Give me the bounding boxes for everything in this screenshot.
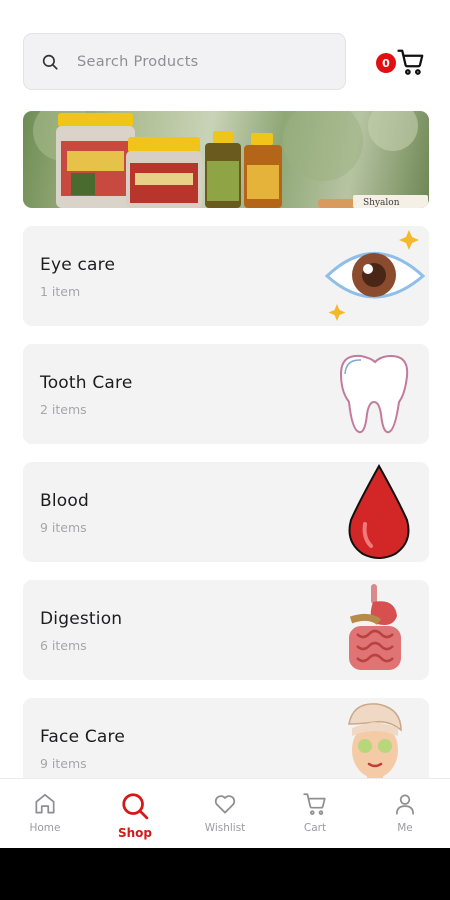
nav-wishlist[interactable]: Wishlist [180,779,270,848]
bottom-navigation: Home Shop Wishlist Cart Me [0,778,450,848]
heart-icon [214,795,236,814]
nav-label: Home [29,822,61,834]
category-name: Blood [40,491,89,511]
search-bar[interactable]: Search Products [23,33,346,90]
tooth-icon [319,344,429,444]
category-name: Face Care [40,727,126,747]
banner-brand-label: Shyalon [363,198,400,208]
cart-icon [397,49,424,75]
nav-label: Me [397,822,413,834]
category-card-tooth-care[interactable]: Tooth Care 2 items [23,344,429,444]
category-count: 1 item [40,284,81,299]
category-count: 2 items [40,402,87,417]
search-icon [122,793,149,820]
category-count: 9 items [40,520,87,535]
app-screen: Search Products 0 Shyalon Eye care 1 ite… [0,0,450,848]
category-card-digestion[interactable]: Digestion 6 items [23,580,429,680]
category-name: Tooth Care [40,373,133,393]
category-name: Eye care [40,255,116,275]
cart-icon [303,793,326,815]
category-count: 9 items [40,756,87,771]
nav-shop[interactable]: Shop [90,779,180,848]
category-name: Digestion [40,609,123,629]
user-icon [396,794,414,815]
digestive-system-icon [319,580,429,680]
nav-label: Wishlist [204,822,246,834]
nav-label: Cart [303,822,327,834]
category-card-blood[interactable]: Blood 9 items [23,462,429,562]
category-card-eye-care[interactable]: Eye care 1 item [23,226,429,326]
nav-home[interactable]: Home [0,779,90,848]
search-icon [42,54,58,70]
promo-banner[interactable]: Shyalon [23,111,429,208]
blood-drop-icon [319,462,429,562]
cart-button[interactable]: 0 [376,44,426,80]
home-icon [35,793,55,814]
nav-me[interactable]: Me [360,779,450,848]
search-placeholder: Search Products [77,53,199,70]
nav-label: Shop [117,826,153,840]
nav-cart[interactable]: Cart [270,779,360,848]
banner-product-image: Shyalon [33,111,428,208]
eye-icon [319,226,429,326]
category-count: 6 items [40,638,87,653]
cart-count-badge: 0 [376,53,396,73]
